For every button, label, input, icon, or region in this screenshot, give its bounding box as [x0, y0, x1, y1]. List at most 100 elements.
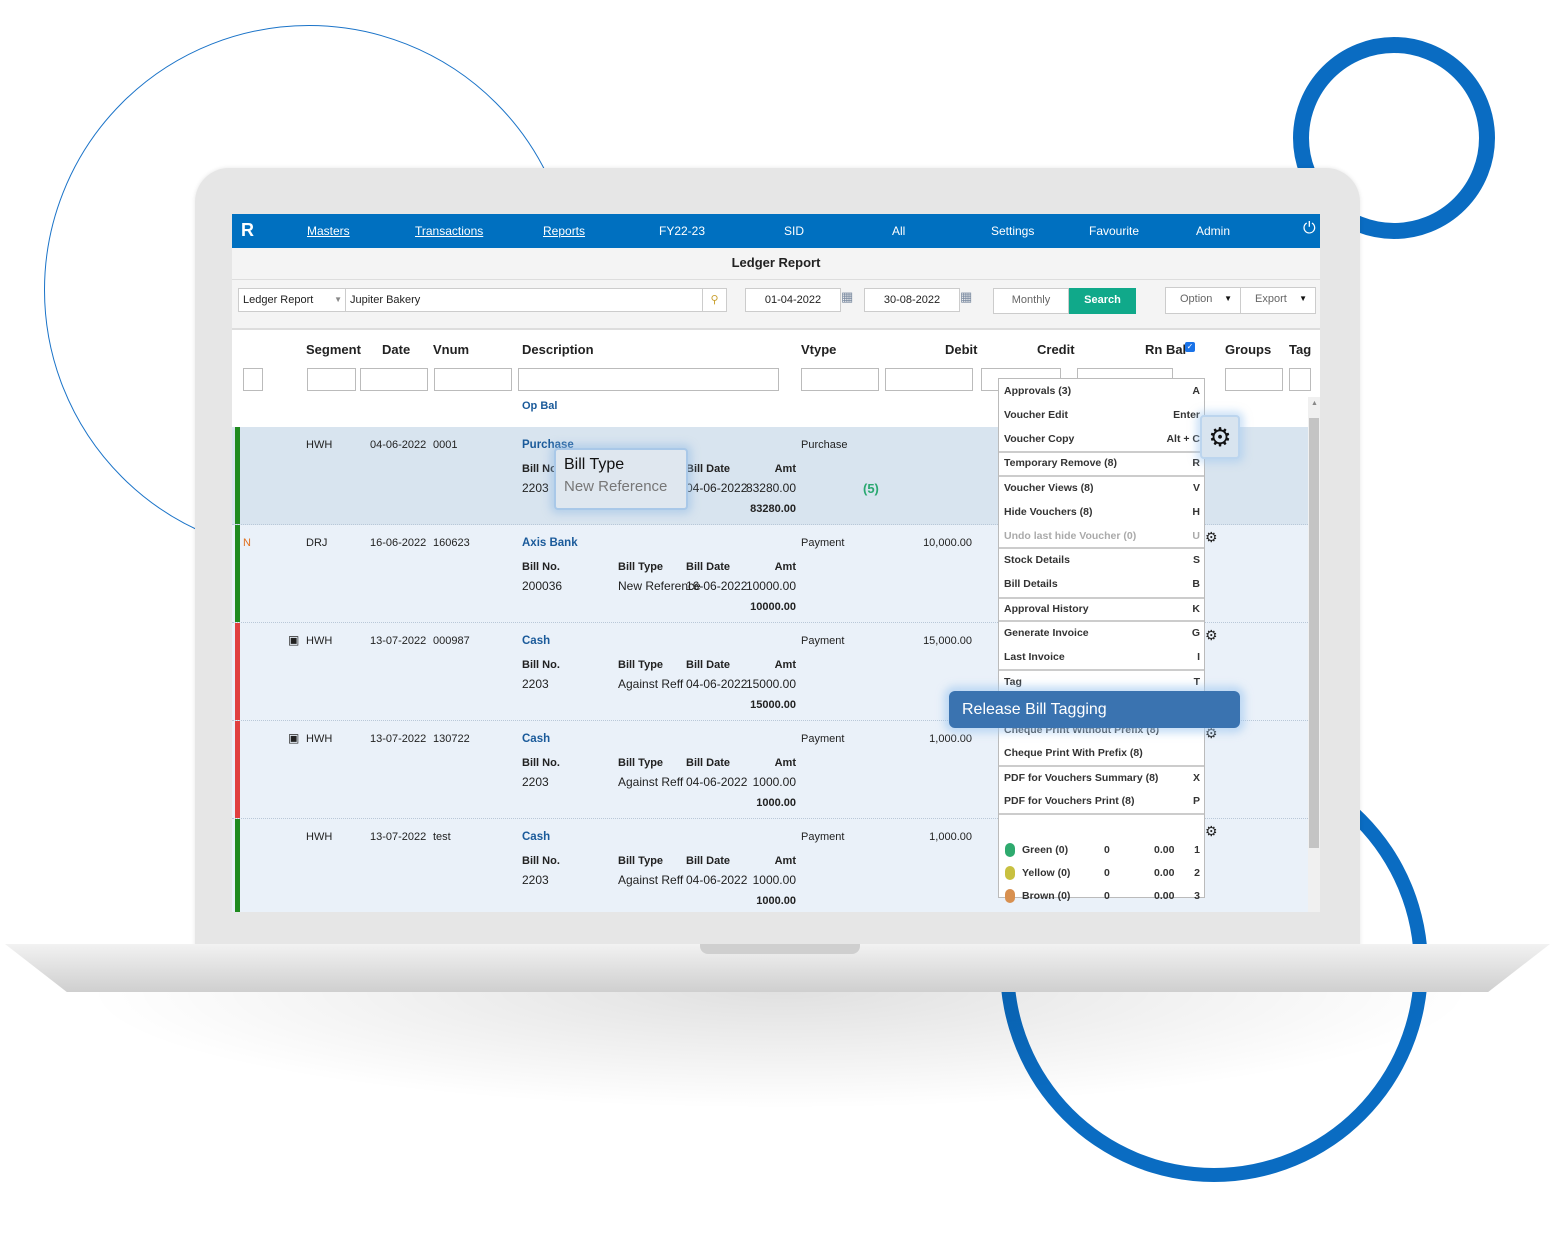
report-type-select[interactable]: Ledger Report ▼ — [238, 288, 346, 312]
rn-bal-checkbox[interactable]: ✓ — [1185, 342, 1195, 352]
attachment-icon[interactable]: ▣ — [288, 633, 299, 647]
nav-fy[interactable]: FY22-23 — [659, 224, 705, 238]
nav-reports[interactable]: Reports — [543, 224, 585, 238]
vnum-filter[interactable] — [434, 368, 512, 391]
bill-type-header: Bill Type — [618, 561, 664, 573]
menu-item-shortcut: U — [1192, 530, 1200, 542]
power-icon[interactable]: ⏻ — [1303, 220, 1316, 238]
menu-item[interactable]: Generate Invoice G — [1004, 622, 1200, 644]
nav-masters[interactable]: Masters — [307, 224, 350, 238]
menu-item-shortcut: 1 — [1194, 844, 1200, 856]
nav-admin[interactable]: Admin — [1196, 224, 1230, 238]
debit-filter[interactable] — [885, 368, 973, 391]
segment: HWH — [306, 635, 333, 647]
bill-amt: 1000.00 — [752, 873, 796, 887]
menu-item[interactable]: Approval History K — [1004, 598, 1200, 620]
menu-item[interactable]: Bill Details B — [1004, 573, 1200, 595]
menu-item[interactable]: Voucher Copy Alt + C — [1004, 428, 1200, 450]
attachment-icon[interactable]: ▣ — [288, 731, 299, 745]
gear-icon[interactable]: ⚙ — [1205, 823, 1218, 840]
menu-item[interactable]: Tag T — [1004, 671, 1200, 693]
groups-filter[interactable] — [1225, 368, 1283, 391]
col-groups[interactable]: Groups — [1225, 342, 1271, 357]
nav-transactions[interactable]: Transactions — [415, 224, 483, 238]
vtype-filter[interactable] — [801, 368, 879, 391]
segment: HWH — [306, 831, 333, 843]
status-bar — [235, 525, 240, 622]
status-bar — [235, 721, 240, 818]
release-bill-tagging-callout[interactable]: Release Bill Tagging — [949, 691, 1240, 728]
menu-item[interactable]: Hide Vouchers (8) H — [1004, 501, 1200, 523]
search-button[interactable]: Search — [1069, 288, 1136, 314]
date-filter[interactable] — [360, 368, 428, 391]
date: 13-07-2022 — [370, 733, 427, 745]
col-vnum[interactable]: Vnum — [433, 342, 469, 357]
count-badge[interactable]: (5) — [863, 481, 879, 496]
menu-item-label: Tag — [1004, 676, 1022, 688]
scrollbar-thumb[interactable] — [1309, 418, 1319, 848]
menu-divider — [999, 813, 1204, 815]
nav-favourite[interactable]: Favourite — [1089, 224, 1139, 238]
ledger-input[interactable]: Jupiter Bakery ⚲ — [345, 288, 727, 312]
scroll-up-icon[interactable]: ▲ — [1311, 400, 1318, 407]
gear-icon[interactable]: ⚙ — [1200, 415, 1240, 459]
gear-icon[interactable]: ⚙ — [1205, 627, 1218, 644]
col-credit[interactable]: Credit — [1037, 342, 1075, 357]
select-all-checkbox[interactable] — [243, 368, 263, 391]
menu-item[interactable]: Last Invoice I — [1004, 646, 1200, 668]
menu-item[interactable]: PDF for Vouchers Print (8) P — [1004, 790, 1200, 812]
segment-filter[interactable] — [307, 368, 356, 391]
monthly-button[interactable]: Monthly — [993, 288, 1069, 314]
menu-item[interactable]: Cheque Print With Prefix (8) — [1004, 742, 1200, 764]
menu-item[interactable]: Approvals (3) A — [1004, 380, 1200, 402]
calendar-icon[interactable]: ▦ — [841, 289, 853, 305]
color-tag-item[interactable]: Brown (0) 0 0.00 3 — [1004, 885, 1200, 907]
description-link[interactable]: Cash — [522, 733, 550, 745]
nav-sid[interactable]: SID — [784, 224, 804, 238]
color-tag-label: Brown (0) — [1022, 890, 1071, 902]
chevron-down-icon: ▼ — [334, 295, 342, 304]
menu-item[interactable]: Stock Details S — [1004, 549, 1200, 571]
description-link[interactable]: Cash — [522, 635, 550, 647]
calendar-icon[interactable]: ▦ — [960, 289, 972, 305]
menu-item-shortcut: 2 — [1194, 867, 1200, 879]
debit: 1,000.00 — [929, 733, 972, 745]
from-date-input[interactable]: 01-04-2022 — [745, 288, 841, 312]
col-vtype[interactable]: Vtype — [801, 342, 836, 357]
menu-item[interactable]: PDF for Vouchers Summary (8) X — [1004, 767, 1200, 789]
gear-icon[interactable]: ⚙ — [1205, 529, 1218, 546]
description-link[interactable]: Axis Bank — [522, 537, 578, 549]
col-description[interactable]: Description — [522, 342, 594, 357]
tag-filter[interactable] — [1289, 368, 1311, 391]
menu-item[interactable]: Voucher Edit Enter — [1004, 404, 1200, 426]
description-link[interactable]: Cash — [522, 831, 550, 843]
color-tag-item[interactable]: Yellow (0) 0 0.00 2 — [1004, 862, 1200, 884]
option-dropdown[interactable]: Option ▼ — [1165, 287, 1241, 314]
menu-item-shortcut: A — [1192, 385, 1200, 397]
col-date[interactable]: Date — [382, 342, 410, 357]
col-segment[interactable]: Segment — [306, 342, 361, 357]
op-bal-label: Op Bal — [522, 400, 558, 412]
bill-total: 1000.00 — [756, 895, 796, 907]
export-dropdown[interactable]: Export ▼ — [1240, 287, 1316, 314]
search-icon[interactable]: ⚲ — [702, 289, 726, 311]
segment: HWH — [306, 439, 333, 451]
col-tag[interactable]: Tag — [1289, 342, 1311, 357]
bill-no: 2203 — [522, 677, 549, 691]
nav-all[interactable]: All — [892, 224, 905, 238]
nav-settings[interactable]: Settings — [991, 224, 1034, 238]
menu-item-shortcut: P — [1192, 795, 1200, 807]
to-date-input[interactable]: 30-08-2022 — [864, 288, 960, 312]
description-filter[interactable] — [518, 368, 779, 391]
bill-no-header: Bill No. — [522, 561, 560, 573]
menu-item[interactable]: Voucher Views (8) V — [1004, 477, 1200, 499]
menu-item-label: Approval History — [1004, 603, 1089, 615]
amt-header: Amt — [774, 463, 796, 475]
col-rn-bal[interactable]: Rn Bal — [1145, 342, 1186, 357]
color-tag-amount: 0.00 — [1154, 844, 1175, 856]
color-tag-item[interactable]: Green (0) 0 0.00 1 — [1004, 839, 1200, 861]
menu-item[interactable]: Temporary Remove (8) R — [1004, 452, 1200, 474]
menu-item[interactable]: Undo last hide Voucher (0) U — [1004, 525, 1200, 547]
col-debit[interactable]: Debit — [945, 342, 978, 357]
menu-item-shortcut: V — [1192, 482, 1200, 494]
